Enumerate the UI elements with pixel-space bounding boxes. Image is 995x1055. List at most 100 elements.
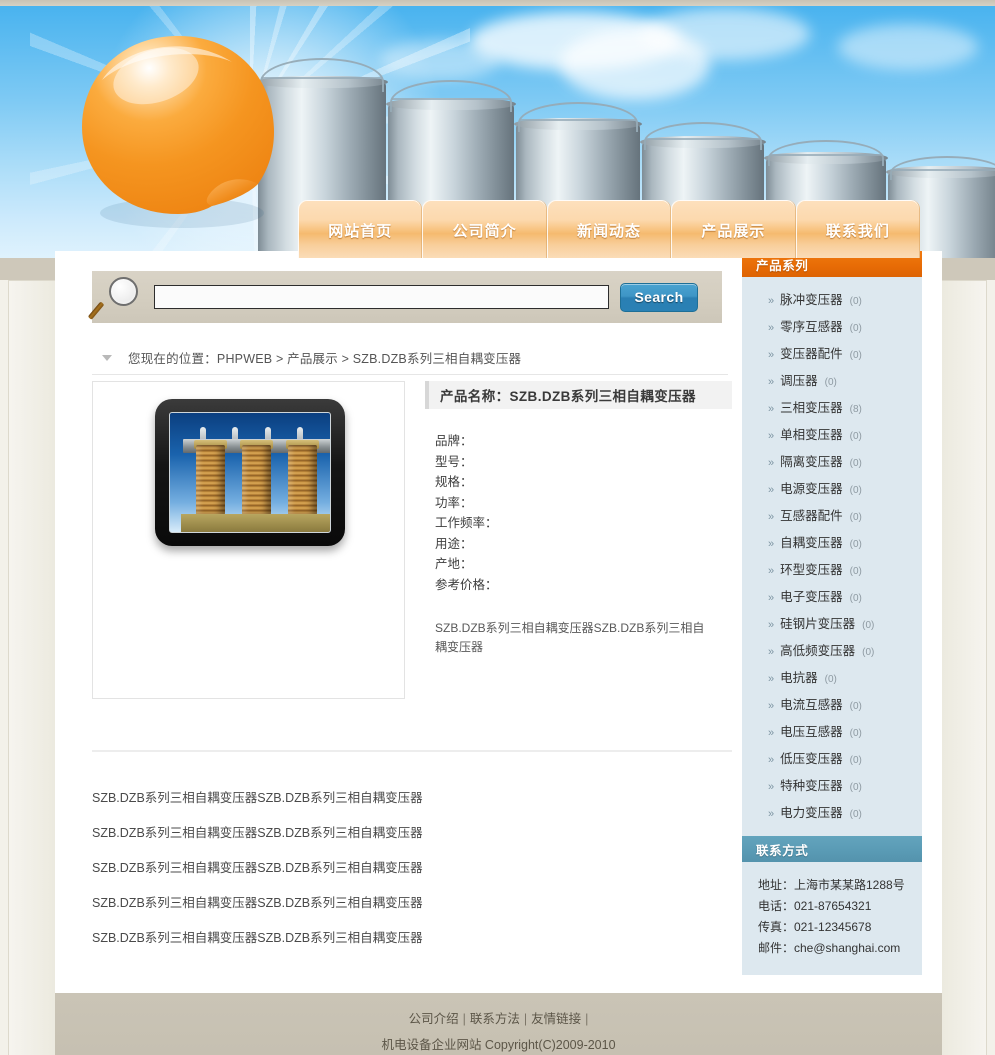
sidebar-item-category[interactable]: » 电力变压器 (0) [742,802,922,829]
sidebar-item-category[interactable]: » 电子变压器 (0) [742,586,922,613]
sidebar-item-category[interactable]: » 低压变压器 (0) [742,748,922,775]
category-count: (0) [849,593,862,604]
sidebar-item-category[interactable]: » 高低频变压器 (0) [742,640,922,667]
header-banner: 网站首页 公司简介 新闻动态 产品展示 联系我们 [0,6,995,258]
double-chevron-right-icon: » [768,592,774,604]
main-navigation[interactable]: 网站首页 公司简介 新闻动态 产品展示 联系我们 [298,200,921,258]
right-gutter-inner [942,280,987,1055]
category-label: 高低频变压器 [780,644,856,658]
footer-link-friendlinks[interactable]: 友情链接 [531,1012,581,1026]
footer-separator: | [585,1012,589,1026]
three-phase-transformer-photo [155,399,345,546]
contact-title: 联系方式 [756,843,809,858]
category-label: 电抗器 [780,671,818,685]
category-label: 电压互感器 [780,725,843,739]
search-bar: Search [87,271,722,323]
product-description: SZB.DZB系列三相自耦变压器SZB.DZB系列三相自耦变压器 [435,621,705,654]
sidebar-item-category[interactable]: » 三相变压器 (8) [742,397,922,424]
sidebar-item-category[interactable]: » 互感器配件 (0) [742,505,922,532]
category-count: (0) [849,458,862,469]
category-label: 电流互感器 [780,698,843,712]
list-item[interactable]: SZB.DZB系列三相自耦变压器SZB.DZB系列三相自耦变压器 [92,781,732,816]
category-label: 特种变压器 [780,779,843,793]
sidebar-item-category[interactable]: » 自耦变压器 (0) [742,532,922,559]
sidebar-item-category[interactable]: » 单相变压器 (0) [742,424,922,451]
category-count: (0) [862,620,875,631]
sidebar-item-category[interactable]: » 硅钢片变压器 (0) [742,613,922,640]
category-count: (0) [849,512,862,523]
triangle-down-icon [102,354,112,361]
sidebar-item-category[interactable]: » 环型变压器 (0) [742,559,922,586]
sidebar-item-category[interactable]: » 变压器配件 (0) [742,343,922,370]
category-count: (0) [849,485,862,496]
sidebar-item-category[interactable]: » 特种变压器 (0) [742,775,922,802]
category-count: (0) [849,296,862,307]
sidebar-item-category[interactable]: » 电抗器 (0) [742,667,922,694]
double-chevron-right-icon: » [768,511,774,523]
category-label: 三相变压器 [780,401,843,415]
breadcrumb: 您现在的位置：PHPWEB > 产品展示 > SZB.DZB系列三相自耦变压器 [92,341,728,375]
footer-separator: | [462,1012,466,1026]
spec-price: 参考价格： [435,577,498,592]
category-label: 零序互感器 [780,320,843,334]
nav-news[interactable]: 新闻动态 [546,200,672,258]
right-sidebar: 产品系列 » 脉冲变压器 (0) » 零序互感器 (0) » 变压器配件 (0)… [742,251,942,993]
nav-home-label: 网站首页 [328,222,393,240]
product-categories-list: » 脉冲变压器 (0) » 零序互感器 (0) » 变压器配件 (0) » 调压… [742,277,922,843]
list-item[interactable]: SZB.DZB系列三相自耦变压器SZB.DZB系列三相自耦变压器 [92,851,732,886]
category-count: (0) [849,809,862,820]
double-chevron-right-icon: » [768,484,774,496]
double-chevron-right-icon: » [768,673,774,685]
list-item[interactable]: SZB.DZB系列三相自耦变压器SZB.DZB系列三相自耦变压器 [92,886,732,921]
nav-home[interactable]: 网站首页 [298,200,423,258]
product-spec-list: 品牌： 型号： 规格： 功率： 工作频率： 用途： 产地： 参考价格： [425,431,732,595]
sidebar-item-category[interactable]: » 脉冲变压器 (0) [742,289,922,316]
product-info: 产品名称： SZB.DZB系列三相自耦变压器 品牌： 型号： 规格： 功率： 工作… [425,381,732,657]
category-count: (0) [849,431,862,442]
sidebar-item-category[interactable]: » 电流互感器 (0) [742,694,922,721]
page-root: 网站首页 公司简介 新闻动态 产品展示 联系我们 Search 您现在的位置：P… [0,0,995,1055]
sidebar-item-category[interactable]: » 零序互感器 (0) [742,316,922,343]
double-chevron-right-icon: » [768,808,774,820]
sidebar-item-category[interactable]: » 电源变压器 (0) [742,478,922,505]
category-label: 脉冲变压器 [780,293,843,307]
double-chevron-right-icon: » [768,376,774,388]
category-count: (0) [849,350,862,361]
nav-news-label: 新闻动态 [577,222,642,240]
category-label: 互感器配件 [780,509,843,523]
nav-contact-label: 联系我们 [825,222,890,240]
nav-about[interactable]: 公司简介 [422,200,547,258]
category-label: 变压器配件 [780,347,843,361]
category-count: (0) [849,701,862,712]
search-input[interactable] [154,285,609,309]
sidebar-item-category[interactable]: » 隔离变压器 (0) [742,451,922,478]
nav-about-label: 公司简介 [452,222,517,240]
footer-links: 公司介绍 | 联系方法 | 友情链接 | [55,1008,942,1027]
double-chevron-right-icon: » [768,403,774,415]
product-title-bar: 产品名称： SZB.DZB系列三相自耦变压器 [425,381,732,409]
double-chevron-right-icon: » [768,619,774,631]
footer-link-about[interactable]: 公司介绍 [409,1012,459,1026]
spec-brand: 品牌： [435,434,473,448]
product-image-box[interactable] [92,381,405,699]
spec-frequency: 工作频率： [435,516,498,530]
list-item[interactable]: SZB.DZB系列三相自耦变压器SZB.DZB系列三相自耦变压器 [92,816,732,851]
contact-phone: 电话：021-87654321 [758,899,872,913]
nav-products[interactable]: 产品展示 [671,200,796,258]
footer-link-contact[interactable]: 联系方法 [470,1012,520,1026]
double-chevron-right-icon: » [768,322,774,334]
double-chevron-right-icon: » [768,727,774,739]
spec-model: 型号： [435,454,473,469]
category-label: 电力变压器 [780,806,843,820]
sidebar-item-category[interactable]: » 电压互感器 (0) [742,721,922,748]
category-count: (0) [824,377,837,388]
search-button[interactable]: Search [620,282,698,312]
category-label: 自耦变压器 [780,536,843,550]
double-chevron-right-icon: » [768,565,774,577]
list-item[interactable]: SZB.DZB系列三相自耦变压器SZB.DZB系列三相自耦变压器 [92,921,732,956]
category-count: (0) [849,323,862,334]
nav-contact[interactable]: 联系我们 [795,200,921,258]
double-chevron-right-icon: » [768,457,774,469]
contact-block: 联系方式 地址：上海市某某路1288号 电话：021-87654321 传真：0… [742,836,922,975]
sidebar-item-category[interactable]: » 调压器 (0) [742,370,922,397]
